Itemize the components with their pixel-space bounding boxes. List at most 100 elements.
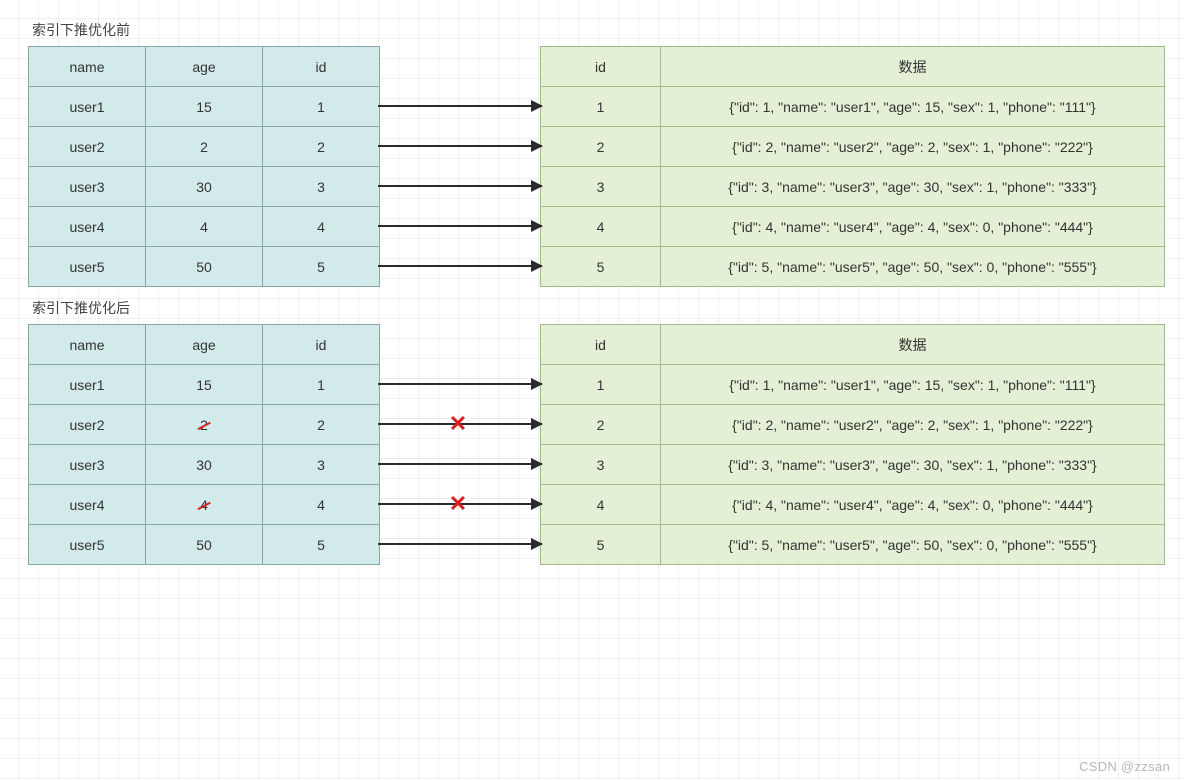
table-row: user444: [29, 485, 380, 525]
table-row: 5{"id": 5, "name": "user5", "age": 50, "…: [541, 247, 1165, 287]
cell-age: 4: [146, 207, 263, 247]
cell-data: {"id": 3, "name": "user3", "age": 30, "s…: [661, 167, 1165, 207]
lookup-arrow: [378, 463, 542, 465]
table-row: user5505: [29, 247, 380, 287]
cell-id: 5: [263, 525, 380, 565]
after-data-table: id 数据 1{"id": 1, "name": "user1", "age":…: [540, 324, 1165, 565]
cell-data: {"id": 4, "name": "user4", "age": 4, "se…: [661, 207, 1165, 247]
cell-name: user3: [29, 167, 146, 207]
cell-data: {"id": 1, "name": "user1", "age": 15, "s…: [661, 365, 1165, 405]
after-section: 索引下推优化后 name age id user1151user222user3…: [28, 298, 1162, 565]
col-name: name: [29, 325, 146, 365]
cell-name: user2: [29, 127, 146, 167]
table-row: user1151: [29, 87, 380, 127]
cell-id: 3: [263, 445, 380, 485]
col-name: name: [29, 47, 146, 87]
cell-id: 3: [263, 167, 380, 207]
after-index-table: name age id user1151user222user3303user4…: [28, 324, 380, 565]
table-row: user222: [29, 127, 380, 167]
before-arrow-gap: [380, 46, 540, 286]
col-id: id: [263, 325, 380, 365]
table-row: user3303: [29, 445, 380, 485]
col-data: 数据: [661, 47, 1165, 87]
col-age: age: [146, 325, 263, 365]
cell-name: user4: [29, 207, 146, 247]
col-id: id: [541, 325, 661, 365]
lookup-arrow: [378, 145, 542, 147]
cell-id: 2: [541, 405, 661, 445]
col-age: age: [146, 47, 263, 87]
cell-data: {"id": 2, "name": "user2", "age": 2, "se…: [661, 405, 1165, 445]
col-id: id: [541, 47, 661, 87]
cell-age: 50: [146, 525, 263, 565]
before-data-table: id 数据 1{"id": 1, "name": "user1", "age":…: [540, 46, 1165, 287]
cell-age: 50: [146, 247, 263, 287]
cell-name: user1: [29, 365, 146, 405]
table-row: 3{"id": 3, "name": "user3", "age": 30, "…: [541, 445, 1165, 485]
cell-id: 4: [541, 485, 661, 525]
before-section: 索引下推优化前 name age id user1151user222user3…: [28, 20, 1162, 287]
cell-id: 1: [541, 87, 661, 127]
lookup-arrow: [378, 225, 542, 227]
cell-name: user5: [29, 525, 146, 565]
table-row: 1{"id": 1, "name": "user1", "age": 15, "…: [541, 365, 1165, 405]
cell-age: 30: [146, 167, 263, 207]
cell-data: {"id": 1, "name": "user1", "age": 15, "s…: [661, 87, 1165, 127]
table-row: 4{"id": 4, "name": "user4", "age": 4, "s…: [541, 485, 1165, 525]
after-arrow-gap: ✕✕: [380, 324, 540, 564]
col-id: id: [263, 47, 380, 87]
lookup-arrow: [378, 383, 542, 385]
cell-age: 15: [146, 365, 263, 405]
cell-id: 5: [541, 247, 661, 287]
lookup-arrow: [378, 503, 542, 505]
table-row: 4{"id": 4, "name": "user4", "age": 4, "s…: [541, 207, 1165, 247]
cell-id: 2: [263, 405, 380, 445]
cell-name: user3: [29, 445, 146, 485]
table-row: 2{"id": 2, "name": "user2", "age": 2, "s…: [541, 405, 1165, 445]
cell-id: 2: [541, 127, 661, 167]
table-row: 1{"id": 1, "name": "user1", "age": 15, "…: [541, 87, 1165, 127]
table-row: user5505: [29, 525, 380, 565]
cell-id: 4: [541, 207, 661, 247]
cell-data: {"id": 3, "name": "user3", "age": 30, "s…: [661, 445, 1165, 485]
cell-id: 1: [263, 87, 380, 127]
cell-id: 4: [263, 207, 380, 247]
cell-id: 3: [541, 167, 661, 207]
cell-data: {"id": 4, "name": "user4", "age": 4, "se…: [661, 485, 1165, 525]
table-row: user222: [29, 405, 380, 445]
cell-age: 15: [146, 87, 263, 127]
cell-id: 1: [263, 365, 380, 405]
lookup-arrow: [378, 543, 542, 545]
cell-name: user5: [29, 247, 146, 287]
cell-id: 3: [541, 445, 661, 485]
cell-id: 2: [263, 127, 380, 167]
cell-age: 2: [146, 405, 263, 445]
table-row: user1151: [29, 365, 380, 405]
lookup-arrow: [378, 185, 542, 187]
before-index-table: name age id user1151user222user3303user4…: [28, 46, 380, 287]
before-title: 索引下推优化前: [32, 20, 1162, 40]
after-title: 索引下推优化后: [32, 298, 1162, 318]
table-row: 5{"id": 5, "name": "user5", "age": 50, "…: [541, 525, 1165, 565]
table-row: user3303: [29, 167, 380, 207]
cell-name: user1: [29, 87, 146, 127]
lookup-arrow: [378, 265, 542, 267]
cell-id: 5: [541, 525, 661, 565]
col-data: 数据: [661, 325, 1165, 365]
lookup-arrow: [378, 423, 542, 425]
cell-data: {"id": 2, "name": "user2", "age": 2, "se…: [661, 127, 1165, 167]
watermark: CSDN @zzsan: [1079, 759, 1170, 774]
cell-name: user4: [29, 485, 146, 525]
cell-data: {"id": 5, "name": "user5", "age": 50, "s…: [661, 247, 1165, 287]
table-row: user444: [29, 207, 380, 247]
cell-name: user2: [29, 405, 146, 445]
cell-age: 4: [146, 485, 263, 525]
table-row: 2{"id": 2, "name": "user2", "age": 2, "s…: [541, 127, 1165, 167]
cell-data: {"id": 5, "name": "user5", "age": 50, "s…: [661, 525, 1165, 565]
cell-age: 2: [146, 127, 263, 167]
cell-age: 30: [146, 445, 263, 485]
lookup-arrow: [378, 105, 542, 107]
cell-id: 1: [541, 365, 661, 405]
table-row: 3{"id": 3, "name": "user3", "age": 30, "…: [541, 167, 1165, 207]
cell-id: 5: [263, 247, 380, 287]
